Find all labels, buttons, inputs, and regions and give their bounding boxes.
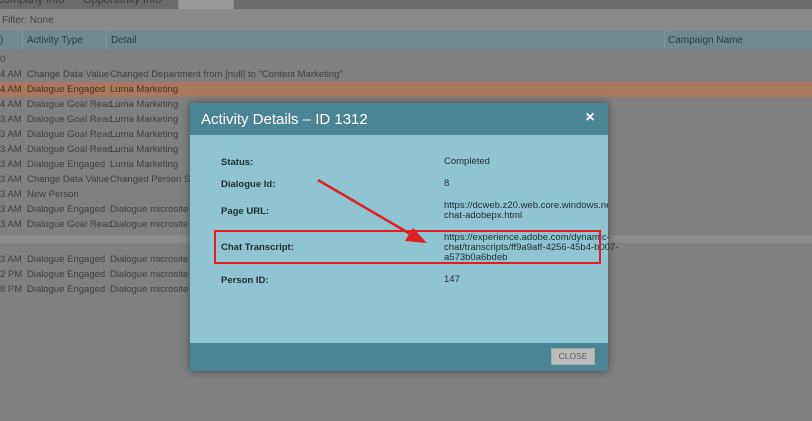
row-activity-type: Dialogue Engaged — [27, 159, 106, 170]
row-time: 3 AM — [0, 204, 22, 215]
row-time: 3 AM — [0, 159, 22, 170]
modal-header: Activity Details – ID 1312 × — [190, 103, 608, 135]
row-activity-type: Dialogue Engaged — [27, 254, 106, 265]
filter-label[interactable]: Filter: None — [2, 15, 54, 26]
row-time: 3 AM — [0, 219, 22, 230]
row-time: 3 AM — [0, 189, 22, 200]
row-activity-type: Dialogue Engaged — [27, 84, 106, 95]
row-activity-type: Dialogue Goal Reac... — [27, 114, 120, 125]
chat-transcript-line-3: a573b0a6bdeb — [444, 252, 508, 263]
row-time: 4 AM — [0, 69, 22, 80]
row-detail: Luma Marketing — [110, 99, 179, 110]
chat-transcript-value[interactable]: https://experience.adobe.com/dynamic- ch… — [444, 233, 618, 263]
row-activity-type: Dialogue Engaged — [27, 204, 106, 215]
row-detail: Luma Marketing — [110, 144, 179, 155]
row-time: 2 PM — [0, 269, 23, 280]
row-time: 3 AM — [0, 144, 22, 155]
row-activity-type: Change Data Value — [27, 174, 110, 185]
status-value: Completed — [444, 156, 490, 167]
row-activity-type: Dialogue Goal Reac... — [27, 129, 120, 140]
row-detail: Dialogue microsite — [110, 219, 189, 230]
row-detail: Changed Department from [null] to "Conte… — [110, 69, 343, 80]
row-time: 8 PM — [0, 284, 23, 295]
col-detail[interactable]: Detail — [111, 35, 137, 46]
row-detail: Luma Marketing — [110, 129, 179, 140]
close-button[interactable]: CLOSE — [551, 348, 595, 365]
page-url-value[interactable]: https://dcweb.z20.web.core.windows.net/d… — [444, 201, 608, 221]
row-time: 3 AM — [0, 174, 22, 185]
row-activity-type: Dialogue Goal Reac... — [27, 99, 120, 110]
filter-bar: Filter: None — [0, 9, 812, 31]
close-icon[interactable]: × — [583, 110, 597, 126]
page-url-label: Page URL: — [221, 206, 270, 217]
tab-company-info[interactable]: Company Info — [0, 0, 64, 8]
tab-opportunity-info[interactable]: Opportunity Info — [83, 0, 161, 8]
row-detail: Dialogue microsite — [110, 269, 189, 280]
table-row[interactable]: 4 AM Dialogue Engaged Luma Marketing — [0, 82, 812, 97]
tab-bar: Company Info Opportunity Info — [0, 0, 812, 10]
table-row[interactable]: 4 AM Change Data Value Changed Department … — [0, 67, 812, 82]
row-detail: Dialogue microsite — [110, 254, 189, 265]
row-time: 4 AM — [0, 99, 22, 110]
row-time: 3 AM — [0, 129, 22, 140]
row-activity-type: Dialogue Goal Reac... — [27, 219, 120, 230]
dialogue-id-label: Dialogue Id: — [221, 179, 276, 190]
col-activity-type[interactable]: Activity Type — [27, 35, 83, 46]
row-activity-type: Dialogue Engaged — [27, 269, 106, 280]
row-detail: Luma Marketing — [110, 159, 179, 170]
table-row[interactable]: 0 — [0, 52, 812, 67]
activity-details-modal: Activity Details – ID 1312 × Status: Com… — [190, 103, 618, 371]
table-header: ) Activity Type Detail Campaign Name — [0, 31, 812, 49]
col-campaign-name[interactable]: Campaign Name — [668, 35, 743, 46]
row-activity-type: Dialogue Goal Reac... — [27, 144, 120, 155]
page-url-line-2: chat-adobepx.html — [444, 210, 523, 221]
row-activity-type: Change Data Value — [27, 69, 110, 80]
modal-title: Activity Details – ID 1312 — [201, 111, 368, 128]
row-time: 0 — [0, 54, 6, 65]
row-time: 3 AM — [0, 114, 22, 125]
modal-footer — [190, 343, 608, 371]
status-label: Status: — [221, 157, 254, 168]
row-detail: Luma Marketing — [110, 84, 179, 95]
person-id-label: Person ID: — [221, 275, 269, 286]
row-detail: Luma Marketing — [110, 114, 179, 125]
dialogue-id-value: 8 — [444, 178, 450, 189]
row-detail: Dialogue microsite — [110, 284, 189, 295]
row-activity-type: Dialogue Engaged — [27, 284, 106, 295]
row-activity-type: New Person — [27, 189, 79, 200]
chat-transcript-label: Chat Transcript: — [221, 242, 294, 253]
row-detail: Dialogue microsite — [110, 204, 189, 215]
row-time: 3 AM — [0, 254, 22, 265]
col-id[interactable]: ) — [0, 35, 3, 46]
row-time: 4 AM — [0, 84, 22, 95]
person-id-value: 147 — [444, 274, 460, 285]
